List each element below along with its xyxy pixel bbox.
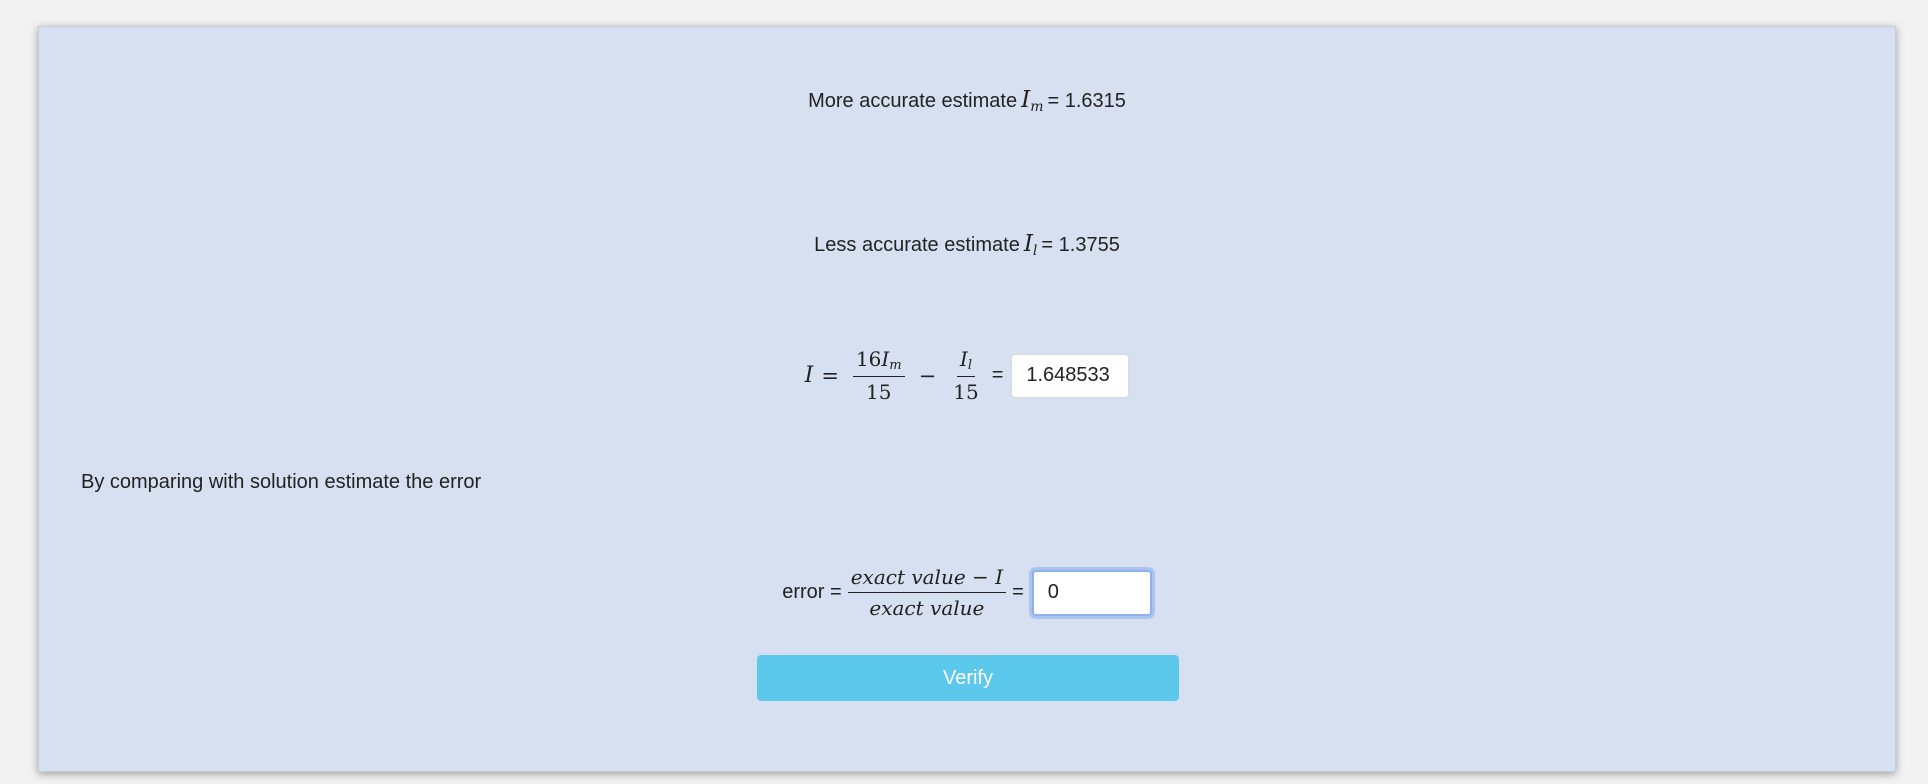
- error-formula-row: error = exact value − I exact value =: [39, 565, 1895, 620]
- result-equals: =: [991, 364, 1004, 386]
- fraction-16im-over-15: 16Im 15: [852, 347, 905, 404]
- error-equals: =: [1012, 581, 1024, 603]
- formula-minus: −: [918, 363, 937, 388]
- less-accurate-label: Less accurate estimate: [814, 233, 1020, 256]
- less-accurate-value: = 1.3755: [1041, 233, 1120, 256]
- more-accurate-value: = 1.6315: [1047, 89, 1126, 112]
- im-symbol: Im: [1021, 87, 1044, 115]
- formula-lhs: I: [804, 363, 814, 388]
- fraction-il-over-15: Il 15: [953, 347, 979, 404]
- error-input[interactable]: [1031, 569, 1152, 616]
- il-symbol: Il: [1023, 231, 1038, 259]
- less-accurate-row: Less accurate estimate Il = 1.3755: [39, 231, 1895, 259]
- error-label: error =: [782, 581, 842, 603]
- instruction-text: By comparing with solution estimate the …: [81, 471, 482, 493]
- formula-equals: =: [821, 363, 839, 388]
- richardson-result-input[interactable]: [1011, 353, 1130, 398]
- verify-button[interactable]: Verify: [757, 655, 1179, 701]
- more-accurate-label: More accurate estimate: [808, 89, 1018, 112]
- exercise-panel: More accurate estimate Im = 1.6315 Less …: [38, 26, 1896, 772]
- richardson-formula-row: I = 16Im 15 − Il 15 =: [39, 347, 1895, 404]
- error-fraction: exact value − I exact value: [847, 565, 1007, 620]
- more-accurate-row: More accurate estimate Im = 1.6315: [39, 87, 1895, 115]
